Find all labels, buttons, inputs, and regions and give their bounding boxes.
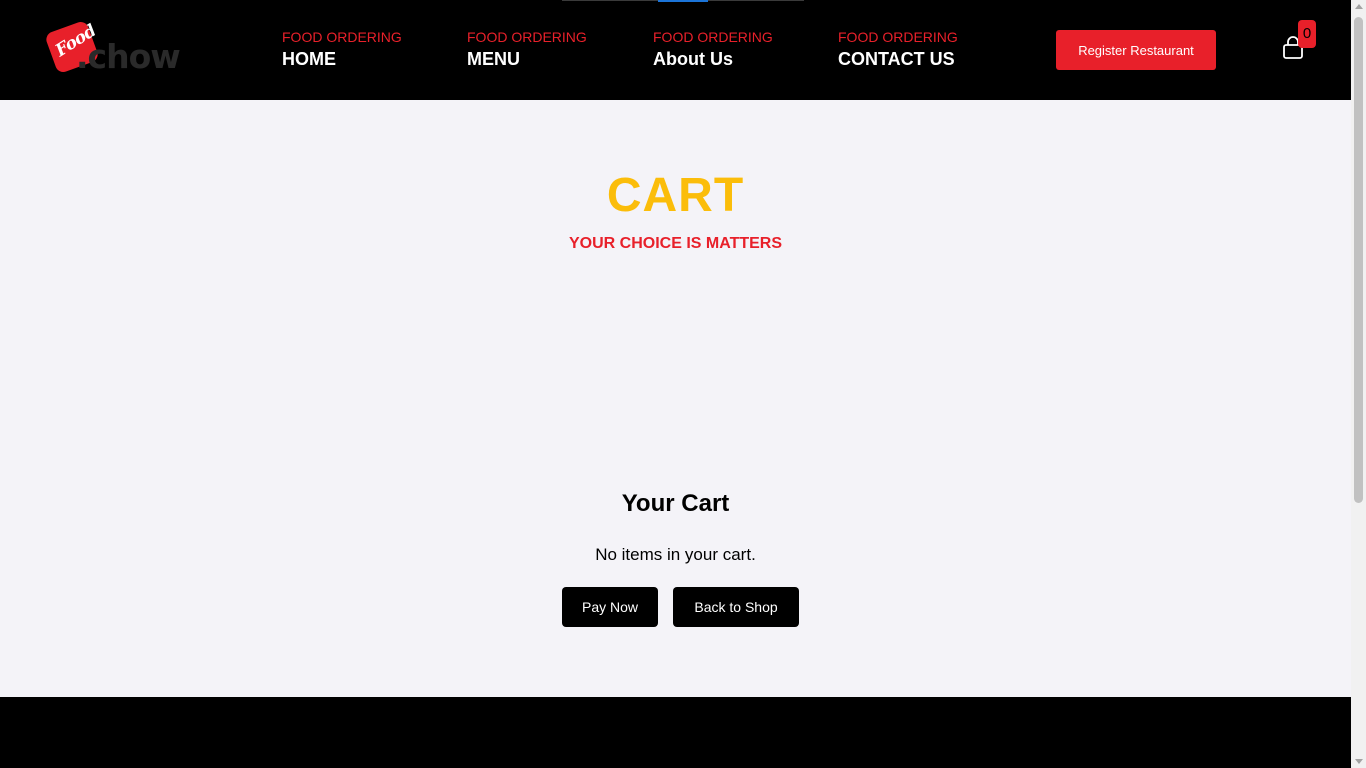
cart-section: CART YOUR CHOICE IS MATTERS Your Cart No… [0, 100, 1351, 697]
nav-kicker: FOOD ORDERING [282, 29, 402, 45]
logo[interactable]: Food .chow [44, 19, 186, 78]
scroll-up-arrow-icon[interactable] [1355, 4, 1363, 9]
page-title: CART [606, 169, 745, 222]
nav-kicker: FOOD ORDERING [467, 29, 587, 45]
top-strip-accent [658, 0, 708, 2]
nav-label: HOME [282, 49, 336, 69]
nav-item-home[interactable]: FOOD ORDERING HOME [282, 28, 402, 72]
nav-label: About Us [653, 49, 733, 69]
scrollbar-thumb[interactable] [1354, 17, 1363, 503]
site-header: Food .chow FOOD ORDERING HOME FOOD ORDER… [0, 0, 1351, 100]
logo-wordmark: .chow [76, 37, 181, 76]
site-footer [0, 697, 1351, 768]
nav-kicker: FOOD ORDERING [838, 29, 958, 45]
page-subtitle: YOUR CHOICE IS MATTERS [568, 235, 783, 252]
vertical-scrollbar[interactable] [1351, 0, 1366, 768]
nav-item-about-us[interactable]: FOOD ORDERING About Us [653, 28, 773, 72]
scroll-down-arrow-icon[interactable] [1355, 759, 1363, 764]
your-cart-heading: Your Cart [621, 490, 730, 517]
empty-cart-message: No items in your cart. [595, 545, 756, 564]
nav-item-contact-us[interactable]: FOOD ORDERING CONTACT US [838, 28, 958, 72]
register-restaurant-button[interactable]: Register Restaurant [1056, 30, 1216, 70]
pay-now-button[interactable]: Pay Now [562, 587, 658, 627]
nav-kicker: FOOD ORDERING [653, 29, 773, 45]
back-to-shop-button[interactable]: Back to Shop [673, 587, 799, 627]
nav-label: MENU [467, 49, 520, 69]
nav-item-menu[interactable]: FOOD ORDERING MENU [467, 28, 587, 72]
cart-count-badge: 0 [1298, 20, 1316, 48]
nav-label: CONTACT US [838, 49, 955, 69]
page: Food .chow FOOD ORDERING HOME FOOD ORDER… [0, 0, 1366, 768]
